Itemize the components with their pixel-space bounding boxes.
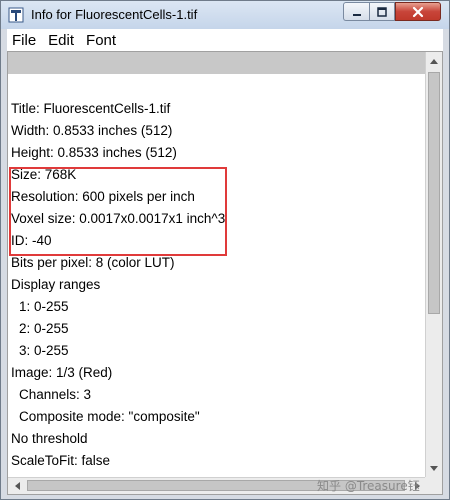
info-image: Image: 1/3 (Red) xyxy=(11,365,113,380)
info-range-2: 2: 0-255 xyxy=(19,321,69,336)
close-button[interactable] xyxy=(395,2,441,21)
maximize-icon xyxy=(377,6,387,17)
info-content: Title: FluorescentCells-1.tif Width: 0.8… xyxy=(9,98,425,472)
info-composite-mode: Composite mode: "composite" xyxy=(19,409,200,424)
menu-edit[interactable]: Edit xyxy=(43,32,79,49)
scroll-up-button[interactable] xyxy=(426,52,442,69)
header-band xyxy=(8,52,426,74)
info-channels: Channels: 3 xyxy=(19,387,92,402)
watermark-text: 知乎 @Treasure钰 xyxy=(317,479,420,493)
info-text-panel[interactable]: Title: FluorescentCells-1.tif Width: 0.8… xyxy=(7,51,443,495)
arrow-left-icon xyxy=(14,482,20,490)
info-display-ranges: Display ranges xyxy=(11,277,101,292)
highlight-annotation-box xyxy=(9,167,227,256)
scrollbar-corner xyxy=(425,477,442,494)
menu-font[interactable]: Font xyxy=(81,32,121,49)
info-range-1: 1: 0-255 xyxy=(19,299,69,314)
close-icon xyxy=(412,6,424,17)
maximize-button[interactable] xyxy=(369,2,395,21)
arrow-up-icon xyxy=(430,58,438,64)
app-icon xyxy=(8,7,24,23)
info-range-3: 3: 0-255 xyxy=(19,343,69,358)
info-width: Width: 0.8533 inches (512) xyxy=(11,123,173,138)
info-threshold: No threshold xyxy=(11,431,88,446)
scroll-left-button[interactable] xyxy=(8,478,25,494)
window-title: Info for FluorescentCells-1.tif xyxy=(31,7,198,22)
info-title: Title: FluorescentCells-1.tif xyxy=(11,101,171,116)
vertical-scroll-thumb[interactable] xyxy=(428,72,440,314)
scroll-down-button[interactable] xyxy=(426,460,442,477)
arrow-down-icon xyxy=(430,465,438,471)
info-scale-to-fit: ScaleToFit: false xyxy=(11,453,111,468)
vertical-scrollbar[interactable] xyxy=(425,52,442,477)
minimize-icon xyxy=(352,13,361,16)
info-window: Info for FluorescentCells-1.tif File Edi… xyxy=(0,0,450,500)
minimize-button[interactable] xyxy=(343,2,369,21)
info-height: Height: 0.8533 inches (512) xyxy=(11,145,177,160)
title-bar[interactable]: Info for FluorescentCells-1.tif xyxy=(1,1,449,29)
menu-bar: File Edit Font xyxy=(7,29,443,51)
menu-file[interactable]: File xyxy=(7,32,41,49)
